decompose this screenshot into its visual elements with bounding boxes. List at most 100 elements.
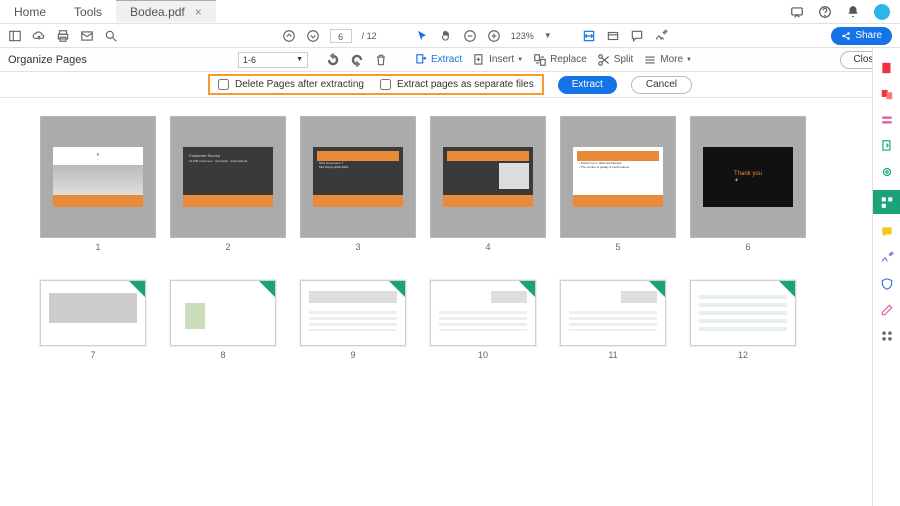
tab-home[interactable]: Home bbox=[0, 0, 60, 23]
protect-icon[interactable] bbox=[879, 276, 895, 292]
chevron-down-icon: ▼ bbox=[296, 56, 303, 63]
page-thumbnails-area: ⌾1 Customer Survey12,500 customers · Dom… bbox=[0, 98, 872, 506]
page-thumbnail[interactable]: 9 bbox=[300, 280, 406, 360]
separate-files-input[interactable] bbox=[380, 79, 391, 90]
tab-tools[interactable]: Tools bbox=[60, 0, 116, 23]
delete-after-label: Delete Pages after extracting bbox=[235, 79, 364, 90]
thumbnail-row: ⌾1 Customer Survey12,500 customers · Dom… bbox=[40, 116, 872, 252]
header-right-icons bbox=[790, 0, 900, 23]
page-thumbnail[interactable]: Thank you✦6 bbox=[690, 116, 806, 252]
page-thumbnail[interactable]: 10 bbox=[430, 280, 536, 360]
page-number: 12 bbox=[738, 350, 748, 360]
page-number-input[interactable]: 6 bbox=[330, 29, 352, 43]
tab-document-label: Bodea.pdf bbox=[130, 5, 185, 19]
share-button[interactable]: Share bbox=[831, 27, 892, 45]
page-range-select[interactable]: 1-6 ▼ bbox=[238, 52, 308, 68]
page-number: 6 bbox=[745, 242, 750, 252]
page-number: 5 bbox=[615, 242, 620, 252]
page-number: 2 bbox=[225, 242, 230, 252]
organize-pages-icon[interactable] bbox=[873, 190, 900, 214]
create-pdf-icon[interactable] bbox=[879, 60, 895, 76]
gear-ring-icon[interactable] bbox=[879, 164, 895, 180]
split-tool[interactable]: Split bbox=[597, 53, 633, 67]
zoom-out-icon[interactable] bbox=[463, 29, 477, 43]
page-thumbnail[interactable]: • Perfect for a millennial lifestyle• Th… bbox=[560, 116, 676, 252]
page-thumbnail[interactable]: 12 bbox=[690, 280, 796, 360]
page-number: 3 bbox=[355, 242, 360, 252]
pointer-icon[interactable] bbox=[415, 29, 429, 43]
replace-tool[interactable]: Replace bbox=[533, 53, 587, 67]
extract-tool[interactable]: Extract bbox=[414, 53, 462, 67]
page-thumbnail[interactable]: 11 bbox=[560, 280, 666, 360]
chevron-down-icon: ▼ bbox=[686, 57, 692, 63]
hand-icon[interactable] bbox=[439, 29, 453, 43]
page-number: 4 bbox=[485, 242, 490, 252]
chat-icon[interactable] bbox=[790, 5, 804, 19]
sign-icon[interactable] bbox=[654, 29, 668, 43]
print-icon[interactable] bbox=[56, 29, 70, 43]
search-icon[interactable] bbox=[104, 29, 118, 43]
page-thumbnail[interactable]: 7 bbox=[40, 280, 146, 360]
page-number: 11 bbox=[608, 350, 617, 360]
extract-options-bar: Delete Pages after extracting Extract pa… bbox=[0, 72, 900, 98]
main-toolbar: 6 / 12 123% ▼ Share bbox=[0, 24, 900, 48]
more-tools-icon[interactable] bbox=[879, 328, 895, 344]
fill-sign-icon[interactable] bbox=[879, 250, 895, 266]
save-cloud-icon[interactable] bbox=[32, 29, 46, 43]
delete-page-icon[interactable] bbox=[374, 53, 388, 67]
combine-files-icon[interactable] bbox=[879, 86, 895, 102]
zoom-in-icon[interactable] bbox=[487, 29, 501, 43]
organize-pages-title: Organize Pages bbox=[8, 54, 238, 66]
replace-label: Replace bbox=[550, 54, 587, 65]
page-range-value: 1-6 bbox=[243, 55, 256, 65]
avatar[interactable] bbox=[874, 4, 890, 20]
edit-pdf-icon[interactable] bbox=[879, 112, 895, 128]
insert-label: Insert bbox=[489, 54, 514, 65]
separate-files-label: Extract pages as separate files bbox=[397, 79, 534, 90]
send-sign-icon[interactable] bbox=[879, 302, 895, 318]
rotate-ccw-icon[interactable] bbox=[326, 53, 340, 67]
comment-tool-icon[interactable] bbox=[879, 224, 895, 240]
extract-options-highlight: Delete Pages after extracting Extract pa… bbox=[208, 74, 544, 95]
close-tab-icon[interactable]: × bbox=[195, 5, 202, 19]
thumbnail-row: 7 8 9 10 11 12 bbox=[40, 280, 872, 360]
delete-after-input[interactable] bbox=[218, 79, 229, 90]
page-number: 9 bbox=[350, 350, 355, 360]
organize-pages-bar: Organize Pages 1-6 ▼ Extract Insert ▼ Re… bbox=[0, 48, 900, 72]
help-icon[interactable] bbox=[818, 5, 832, 19]
chevron-down-icon[interactable]: ▼ bbox=[544, 31, 552, 40]
insert-tool[interactable]: Insert ▼ bbox=[472, 53, 523, 67]
page-up-icon[interactable] bbox=[282, 29, 296, 43]
page-total: / 12 bbox=[362, 31, 377, 41]
page-thumbnail[interactable]: 4 bbox=[430, 116, 546, 252]
page-thumbnail[interactable]: Customer Survey12,500 customers · Domest… bbox=[170, 116, 286, 252]
mail-icon[interactable] bbox=[80, 29, 94, 43]
page-down-icon[interactable] bbox=[306, 29, 320, 43]
chevron-down-icon: ▼ bbox=[517, 57, 523, 63]
page-thumbnail[interactable]: 8 bbox=[170, 280, 276, 360]
tab-strip: Home Tools Bodea.pdf × bbox=[0, 0, 900, 24]
rotate-cw-icon[interactable] bbox=[350, 53, 364, 67]
zoom-level[interactable]: 123% bbox=[511, 31, 534, 41]
page-number: 8 bbox=[220, 350, 225, 360]
more-tool[interactable]: More ▼ bbox=[643, 53, 692, 67]
page-number: 10 bbox=[478, 350, 488, 360]
comment-icon[interactable] bbox=[630, 29, 644, 43]
extract-button[interactable]: Extract bbox=[558, 76, 617, 94]
page-number: 1 bbox=[95, 242, 100, 252]
right-tools-sidebar bbox=[872, 48, 900, 506]
bell-icon[interactable] bbox=[846, 5, 860, 19]
tab-document[interactable]: Bodea.pdf × bbox=[116, 0, 216, 22]
export-pdf-icon[interactable] bbox=[879, 138, 895, 154]
cancel-button[interactable]: Cancel bbox=[631, 76, 692, 94]
separate-files-checkbox[interactable]: Extract pages as separate files bbox=[380, 79, 534, 90]
more-label: More bbox=[660, 54, 683, 65]
sidebar-toggle-icon[interactable] bbox=[8, 29, 22, 43]
page-thumbnail[interactable]: ⌾1 bbox=[40, 116, 156, 252]
delete-after-checkbox[interactable]: Delete Pages after extracting bbox=[218, 79, 364, 90]
fit-width-icon[interactable] bbox=[582, 29, 596, 43]
read-mode-icon[interactable] bbox=[606, 29, 620, 43]
page-thumbnail[interactable]: 60% Generation YMid-Range $60k-$90k3 bbox=[300, 116, 416, 252]
extract-label: Extract bbox=[431, 54, 462, 65]
page-number: 7 bbox=[90, 350, 95, 360]
